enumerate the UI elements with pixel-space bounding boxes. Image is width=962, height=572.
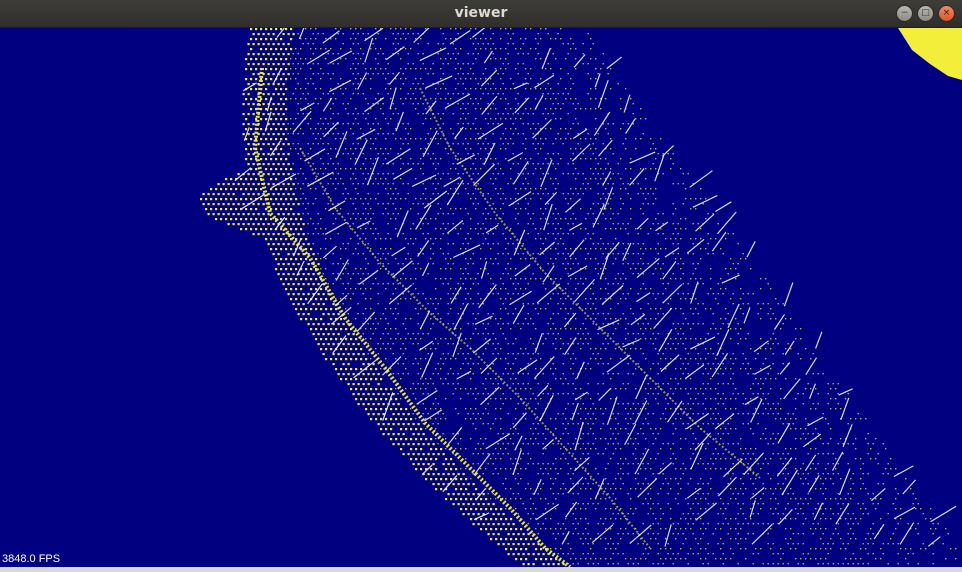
- fps-counter: 3848.0 FPS: [2, 553, 61, 565]
- window-controls: − □ ×: [896, 5, 955, 22]
- viewer-window: viewer − □ × 3848.0 FPS: [0, 0, 962, 572]
- point-cloud-viewport[interactable]: 3848.0 FPS: [0, 28, 962, 567]
- ridge-line: [419, 87, 761, 479]
- minimize-button[interactable]: −: [896, 5, 913, 22]
- close-button[interactable]: ×: [938, 5, 955, 22]
- point-cloud-canvas[interactable]: [0, 28, 962, 567]
- window-title: viewer: [454, 5, 508, 21]
- bottom-border: [0, 567, 962, 572]
- corner-point-patch: [898, 28, 962, 80]
- maximize-button[interactable]: □: [917, 5, 934, 22]
- ridge-line: [252, 67, 572, 567]
- title-bar[interactable]: viewer − □ ×: [0, 0, 962, 28]
